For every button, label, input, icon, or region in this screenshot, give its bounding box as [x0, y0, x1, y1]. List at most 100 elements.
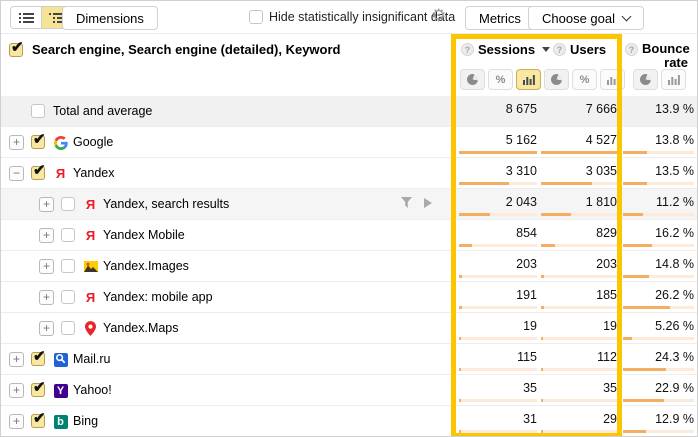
row-label: Total and average [53, 104, 152, 118]
expand-button[interactable]: + [39, 197, 54, 212]
column-header-bounce-rate[interactable]: ? Bounce rate [625, 42, 695, 70]
collapse-button[interactable]: − [9, 166, 24, 181]
bounce-rate-cell-value: 24.3 % [655, 350, 694, 364]
bounce-chart-buttons [633, 69, 686, 90]
users-cell-value: 7 666 [586, 102, 617, 116]
expand-button[interactable]: + [39, 321, 54, 336]
sessions-cell: 8 675 [459, 96, 537, 127]
table-row[interactable]: −ЯYandex3 3103 03513.5 % [1, 158, 698, 189]
table-row[interactable]: +Yandex.Maps19195.26 % [1, 313, 698, 344]
row-label: Yandex Mobile [103, 228, 185, 242]
column-header-sessions[interactable]: ? Sessions [461, 42, 550, 57]
table-row[interactable]: +Mail.ru11511224.3 % [1, 344, 698, 375]
expand-button[interactable]: + [9, 352, 24, 367]
expand-button[interactable]: + [9, 414, 24, 429]
pie-chart-button[interactable] [633, 69, 658, 90]
hide-insignificant-label: Hide statistically insignificant data [269, 10, 455, 24]
row-checkbox[interactable] [61, 228, 75, 242]
row-checkbox[interactable] [31, 166, 45, 180]
mini-bar-track [623, 275, 694, 278]
column-header-users[interactable]: ? Users [553, 42, 606, 57]
dimension-title-row: Search engine, Search engine (detailed),… [9, 42, 340, 57]
row-label: Yandex [73, 166, 114, 180]
row-checkbox[interactable] [31, 414, 45, 428]
table-row[interactable]: +Google5 1624 52713.8 % [1, 127, 698, 158]
sessions-cell: 5 162 [459, 127, 537, 158]
pie-chart-button[interactable] [460, 69, 485, 90]
mini-bar-fill [459, 151, 537, 154]
expand-button[interactable]: + [39, 290, 54, 305]
row-label: Yandex: mobile app [103, 290, 213, 304]
dimensions-button[interactable]: Dimensions [62, 6, 158, 30]
pie-chart-button[interactable] [544, 69, 569, 90]
users-cell: 829 [541, 220, 617, 251]
bar-chart-button[interactable] [661, 69, 686, 90]
filter-funnel-icon[interactable] [401, 197, 412, 208]
table-row[interactable]: +Yandex.Images20320314.8 % [1, 251, 698, 282]
row-checkbox[interactable] [61, 290, 75, 304]
bar-chart-button[interactable] [516, 69, 541, 90]
table-row[interactable]: +ЯYandex: mobile app19118526.2 % [1, 282, 698, 313]
percent-button[interactable]: % [572, 69, 597, 90]
percent-button[interactable]: % [488, 69, 513, 90]
expand-button[interactable]: + [9, 135, 24, 150]
users-cell: 185 [541, 282, 617, 313]
sort-desc-icon [542, 47, 550, 52]
users-cell: 19 [541, 313, 617, 344]
table-row[interactable]: +bBing312912.9 % [1, 406, 698, 437]
bar-chart-icon [668, 74, 680, 85]
mini-bar-fill [459, 244, 472, 247]
users-cell: 7 666 [541, 96, 617, 127]
table-row[interactable]: +ЯYandex Mobile85482916.2 % [1, 220, 698, 251]
sessions-cell: 19 [459, 313, 537, 344]
mini-bar-fill [459, 306, 462, 309]
mini-bar-track [459, 399, 537, 402]
gear-icon[interactable]: ⚙ [431, 6, 446, 26]
sessions-cell: 203 [459, 251, 537, 282]
sessions-cell-value: 115 [517, 350, 537, 364]
play-icon[interactable] [424, 198, 432, 208]
expand-button[interactable]: + [9, 383, 24, 398]
list-view-button[interactable] [11, 7, 41, 28]
sessions-cell-value: 35 [523, 381, 537, 395]
table-row[interactable]: +ЯYandex, search results2 0431 81011.2 % [1, 189, 698, 220]
row-checkbox[interactable] [31, 135, 45, 149]
sessions-cell-value: 3 310 [506, 164, 537, 178]
mini-bar-track [459, 151, 537, 154]
sessions-cell: 2 043 [459, 189, 537, 220]
metrics-button[interactable]: Metrics [465, 6, 535, 30]
row-checkbox[interactable] [31, 383, 45, 397]
bounce-rate-cell: 13.8 % [623, 127, 694, 158]
row-checkbox[interactable] [31, 104, 45, 118]
row-checkbox[interactable] [61, 197, 75, 211]
row-checkbox[interactable] [61, 321, 75, 335]
mini-bar-track [623, 151, 694, 154]
choose-goal-label: Choose goal [542, 11, 615, 26]
mini-bar-fill [623, 337, 632, 340]
mini-bar-track [459, 244, 537, 247]
help-icon[interactable]: ? [553, 43, 566, 56]
yahoo-icon: Y [54, 384, 68, 398]
row-checkbox[interactable] [31, 352, 45, 366]
expand-button[interactable]: + [39, 228, 54, 243]
choose-goal-button[interactable]: Choose goal [528, 6, 644, 30]
bounce-rate-cell-value: 13.8 % [655, 133, 694, 147]
bar-chart-button[interactable] [600, 69, 625, 90]
row-checkbox[interactable] [61, 259, 75, 273]
mini-bar-fill [623, 306, 670, 309]
bounce-rate-cell-value: 12.9 % [655, 412, 694, 426]
bounce-header-label: Bounce rate [642, 42, 688, 70]
help-icon[interactable]: ? [625, 43, 638, 56]
sessions-cell-value: 31 [523, 412, 537, 426]
dimension-checkbox[interactable] [9, 43, 23, 57]
sessions-cell-value: 2 043 [506, 195, 537, 209]
hide-insignificant-checkbox[interactable] [249, 10, 263, 24]
bounce-rate-cell: 14.8 % [623, 251, 694, 282]
pie-chart-icon [467, 74, 478, 85]
expand-button[interactable]: + [39, 259, 54, 274]
table-row[interactable]: Total and average8 6757 66613.9 % [1, 96, 698, 127]
help-icon[interactable]: ? [461, 43, 474, 56]
bounce-rate-cell-value: 5.26 % [655, 319, 694, 333]
table-row[interactable]: +YYahoo!353522.9 % [1, 375, 698, 406]
sessions-cell-value: 854 [516, 226, 537, 240]
